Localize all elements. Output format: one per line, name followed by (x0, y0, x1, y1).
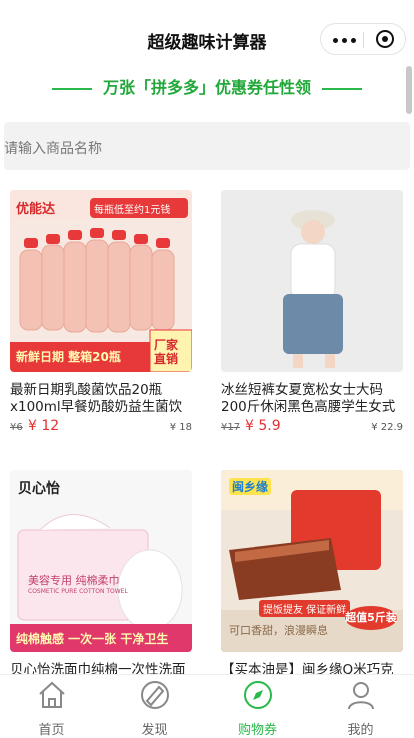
product-corner-label: 厂家直销 (154, 338, 179, 366)
list-price: ¥ 18 (169, 422, 192, 433)
tab-label: 我的 (347, 723, 374, 738)
promo-right-line (322, 88, 362, 90)
product-image[interactable]: 优能达 每瓶低至约1元钱 新鲜日期 整箱20瓶 厂家直销 (10, 190, 192, 372)
product-card[interactable]: 闽乡缘 提饭提友 保证新鲜 可口香甜，浪漫瞬息 超值5斤装 【买本油是】闽乡缘Q… (221, 470, 403, 696)
product-banner-text: 新鲜日期 整箱20瓶 (16, 350, 121, 364)
product-title: 冰丝短裤女夏宽松女士大码200斤休闲黑色高腰学生女式 (221, 382, 396, 415)
tab-coupons[interactable]: 购物券 (206, 675, 309, 738)
tab-label: 购物券 (237, 723, 277, 738)
discover-icon (141, 681, 169, 709)
tab-bar: 首页 发现 购物券 我的 (0, 674, 414, 738)
tab-label: 发现 (141, 723, 168, 738)
promo-left-line (52, 88, 92, 90)
product-prices: ¥17 ¥ 5.9 ¥ 22.9 (221, 418, 403, 438)
capsule-divider (363, 32, 364, 48)
product-brand-label: 优能达 (16, 202, 56, 217)
close-target-icon[interactable] (376, 30, 394, 48)
coupon-price: ¥ 12 (28, 418, 60, 434)
user-icon (348, 682, 374, 710)
product-image[interactable]: 闽乡缘 提饭提友 保证新鲜 可口香甜，浪漫瞬息 超值5斤装 (221, 470, 403, 652)
tab-home[interactable]: 首页 (0, 675, 103, 738)
product-card[interactable]: 冰丝短裤女夏宽松女士大码200斤休闲黑色高腰学生女式 ¥17 ¥ 5.9 ¥ 2… (221, 190, 403, 438)
product-prices: ¥6 ¥ 12 ¥ 18 (10, 418, 192, 438)
navigation-bar: 超级趣味计算器 (0, 0, 414, 64)
coupon-price: ¥ 5.9 (245, 418, 281, 434)
product-brand-label: 闽乡缘 (229, 478, 272, 495)
product-box-text: 美容专用 纯棉柔巾 (28, 574, 120, 587)
product-card[interactable]: 优能达 每瓶低至约1元钱 新鲜日期 整箱20瓶 厂家直销 最新日期乳酸菌饮品20… (10, 190, 192, 438)
promo-banner[interactable]: 万张「拼多多」优惠券任性领 (0, 76, 414, 100)
home-icon (39, 681, 65, 708)
product-tag: 提饭提友 保证新鲜 (259, 600, 351, 617)
product-title: 最新日期乳酸菌饮品20瓶x100ml早餐奶酸奶益生菌饮 (10, 382, 183, 415)
search-placeholder: 请输入商品名称 (4, 141, 102, 157)
product-badge: 每瓶低至约1元钱 (94, 205, 171, 216)
tab-profile[interactable]: 我的 (309, 675, 412, 738)
more-icon[interactable] (333, 38, 356, 43)
list-price: ¥ 22.9 (371, 422, 403, 433)
tab-label: 首页 (38, 723, 65, 738)
product-image[interactable]: 贝心怡 美容专用 纯棉柔巾 COSMETIC PURE COTTON TOWEL… (10, 470, 192, 652)
product-image[interactable] (221, 190, 403, 372)
promo-text: 万张「拼多多」优惠券任性领 (102, 78, 311, 97)
original-price: ¥17 (221, 422, 241, 433)
mini-program-capsule (320, 23, 406, 55)
product-banner-text: 纯棉触感 一次一张 干净卫生 (16, 632, 169, 646)
product-brand-label: 贝心怡 (18, 481, 60, 497)
original-price: ¥6 (10, 422, 23, 433)
product-box-subtext: COSMETIC PURE COTTON TOWEL (28, 588, 128, 595)
product-banner-text: 可口香甜，浪漫瞬息 (229, 624, 328, 637)
tab-discover[interactable]: 发现 (103, 675, 206, 738)
product-corner-label: 超值5斤装 (345, 606, 397, 630)
compass-icon (244, 681, 272, 709)
product-card[interactable]: 贝心怡 美容专用 纯棉柔巾 COSMETIC PURE COTTON TOWEL… (10, 470, 192, 696)
